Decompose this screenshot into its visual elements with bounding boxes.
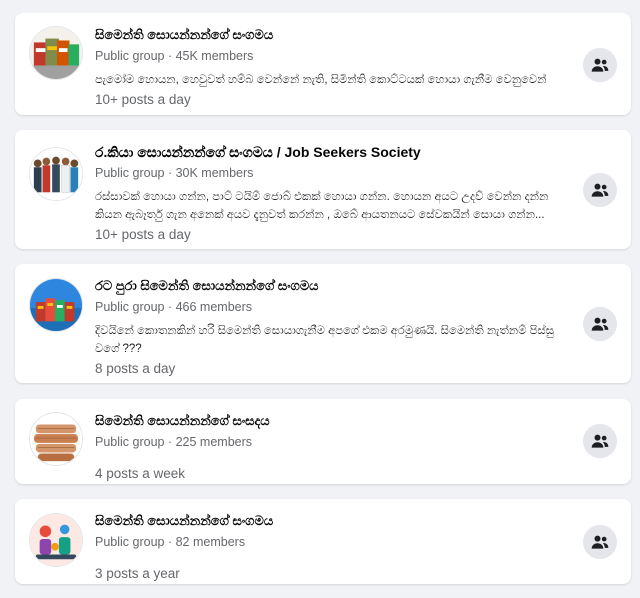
people-group-avatar-icon: [30, 148, 82, 200]
group-card[interactable]: සිමෙන්ති සොයන්නන්ගේ සංගමය Public group ·…: [15, 13, 631, 115]
group-avatar[interactable]: [29, 412, 83, 466]
group-card[interactable]: රට පුරා සිමෙන්ති සොයන්නන්ගේ සංගමය Public…: [15, 264, 631, 383]
group-description: දිවයිනේ කොතනකින් හරි සිමෙන්ති සොයාගැනීම …: [95, 325, 554, 355]
cement-bags-avatar-icon: [30, 27, 82, 79]
group-meta: Public group · 225 members: [95, 435, 253, 449]
join-group-button[interactable]: [583, 48, 617, 82]
group-card[interactable]: සිමෙන්ති සොයන්නන්ගේ සංගමය Public group ·…: [15, 499, 631, 584]
group-avatar[interactable]: [29, 513, 83, 567]
group-description: රස්සාවක් හොයා ගන්න, පාට් ටයිම් ජොබ් එකක්…: [95, 191, 549, 221]
group-card[interactable]: සිමෙන්ති සොයන්නන්ගේ සංසදය Public group ·…: [15, 399, 631, 484]
group-name[interactable]: සිමෙන්ති සොයන්නන්ගේ සංසදය: [95, 412, 569, 430]
join-group-icon: [591, 317, 609, 331]
group-post-frequency: 10+ posts a day: [95, 227, 191, 242]
join-group-icon: [591, 183, 609, 197]
group-name[interactable]: ර.කියා සොයන්නන්ගේ සංගමය / Job Seekers So…: [95, 143, 569, 161]
join-group-icon: [591, 535, 609, 549]
illustration-avatar-icon: [30, 514, 82, 566]
join-group-icon: [591, 434, 609, 448]
group-avatar[interactable]: [29, 278, 83, 332]
group-post-frequency: 4 posts a week: [95, 466, 186, 481]
group-post-frequency: 10+ posts a day: [95, 92, 191, 107]
group-name[interactable]: සිමෙන්ති සොයන්නන්ගේ සංගමය: [95, 26, 569, 44]
join-group-button[interactable]: [583, 173, 617, 207]
group-name[interactable]: සිමෙන්ති සොයන්නන්ගේ සංගමය: [95, 512, 569, 530]
group-avatar[interactable]: [29, 26, 83, 80]
cement-globe-avatar-icon: [30, 279, 82, 331]
join-group-button[interactable]: [583, 307, 617, 341]
join-group-button[interactable]: [583, 424, 617, 458]
join-group-icon: [591, 58, 609, 72]
group-meta: Public group · 466 members: [95, 300, 253, 314]
group-post-frequency: 8 posts a day: [95, 361, 176, 376]
group-card[interactable]: ර.කියා සොයන්නන්ගේ සංගමය / Job Seekers So…: [15, 130, 631, 249]
group-meta: Public group · 30K members: [95, 166, 254, 180]
group-post-frequency: 3 posts a year: [95, 566, 180, 581]
cement-stack-avatar-icon: [30, 413, 82, 465]
join-group-button[interactable]: [583, 525, 617, 559]
group-meta: Public group · 82 members: [95, 535, 246, 549]
group-description: පැමෝම හොයන, හෙවුවත් හම්බ වෙන්නේ නැති, සි…: [95, 74, 547, 86]
group-meta: Public group · 45K members: [95, 49, 254, 63]
group-name[interactable]: රට පුරා සිමෙන්ති සොයන්නන්ගේ සංගමය: [95, 277, 569, 295]
group-avatar[interactable]: [29, 147, 83, 201]
